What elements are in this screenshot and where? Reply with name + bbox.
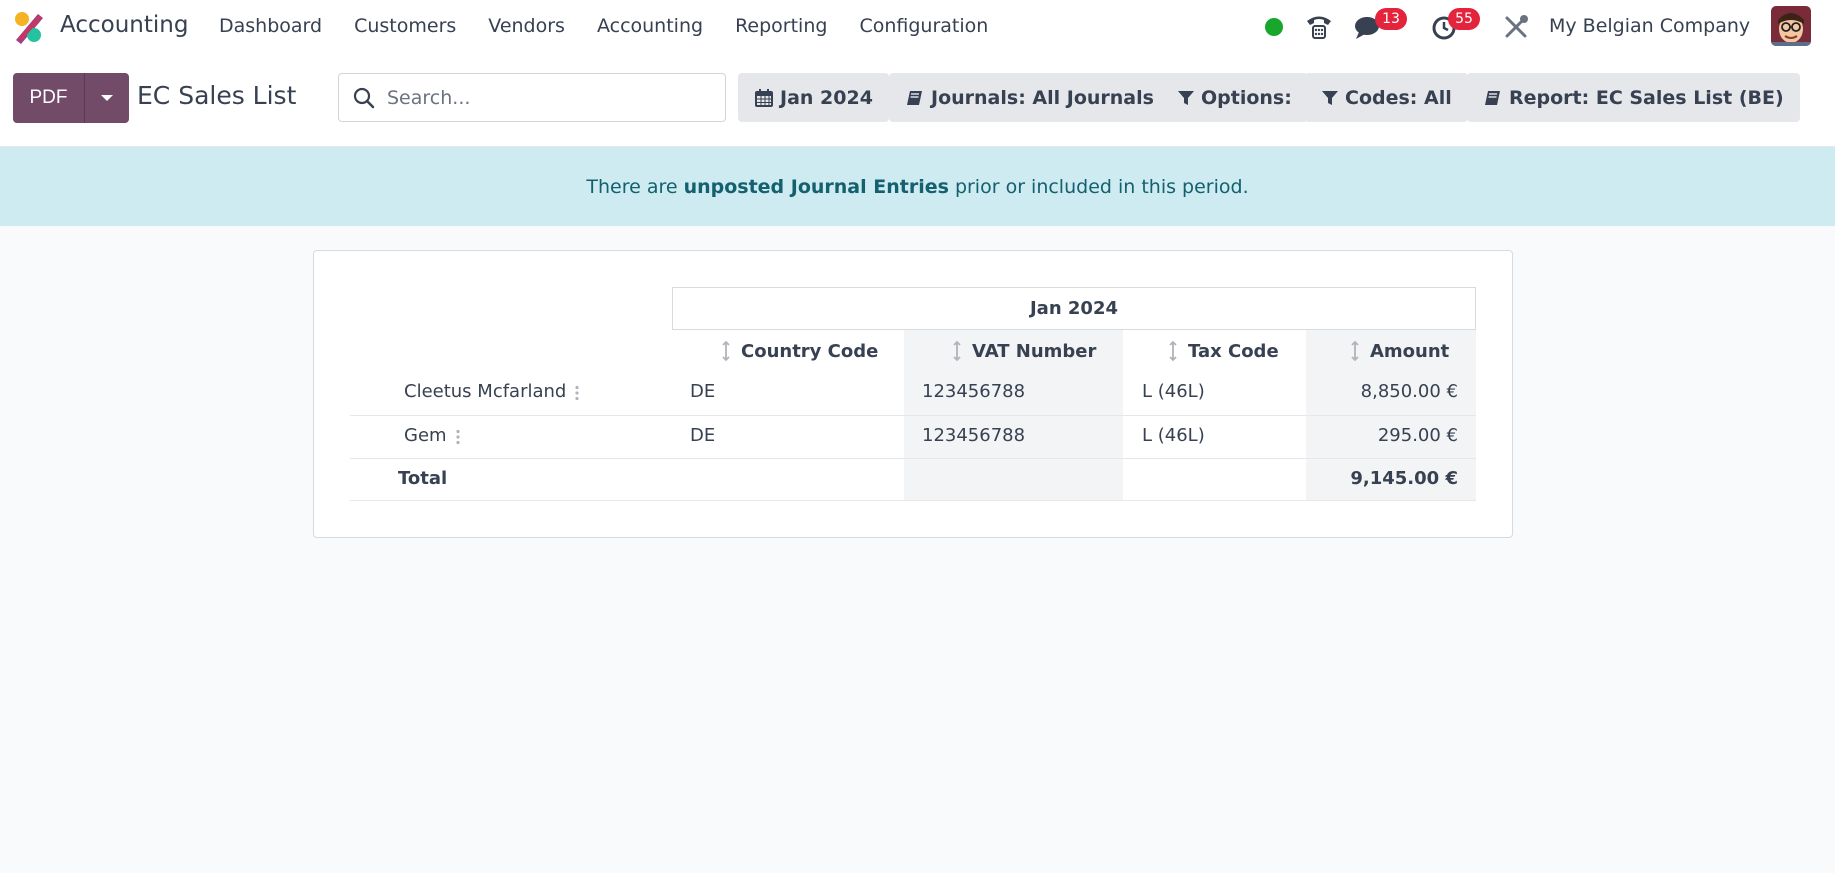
export-dropdown-toggle[interactable] (85, 73, 129, 123)
control-panel: PDF EC Sales List Jan 2024 Journals: All… (0, 53, 1835, 147)
codes-filter-label: Codes: All (1345, 86, 1452, 109)
calendar-icon (755, 88, 773, 107)
column-label-tax-code: Tax Code (1188, 340, 1279, 362)
row-options-icon[interactable] (574, 385, 580, 401)
search-input[interactable] (387, 84, 707, 112)
unposted-entries-alert: There are unposted Journal Entries prior… (0, 147, 1835, 226)
row-amount[interactable]: 295.00 € (1306, 425, 1458, 446)
alert-text-after: prior or included in this period. (954, 175, 1249, 198)
presence-status-dot[interactable] (1265, 18, 1283, 36)
options-filter-label: Options: (1201, 86, 1292, 109)
pdf-button-group: PDF (13, 73, 129, 123)
book-icon (1485, 90, 1500, 105)
period-column-header: Jan 2024 (672, 287, 1476, 330)
report-variant-button[interactable]: Report: EC Sales List (BE) (1467, 73, 1800, 122)
book-icon (907, 90, 922, 105)
page-title: EC Sales List (137, 81, 297, 110)
column-header-tax-code[interactable]: Tax Code (1168, 336, 1279, 366)
row-amount[interactable]: 8,850.00 € (1306, 381, 1458, 402)
column-header-country-code[interactable]: Country Code (721, 336, 878, 366)
menu-customers[interactable]: Customers (354, 15, 456, 37)
column-label-amount: Amount (1370, 340, 1450, 362)
row-vat-number: 123456788 (922, 425, 1026, 446)
menu-reporting[interactable]: Reporting (735, 15, 827, 37)
search-icon (353, 87, 375, 109)
unposted-entries-link[interactable]: unposted Journal Entries (684, 176, 949, 198)
menu-accounting[interactable]: Accounting (597, 15, 703, 37)
codes-filter-button[interactable]: Codes: All (1305, 73, 1468, 122)
row-partner-name[interactable]: Gem (404, 425, 447, 446)
journals-filter-label: Journals: All Journals (931, 86, 1154, 109)
row-options-icon[interactable] (455, 429, 461, 445)
date-filter-label: Jan 2024 (780, 86, 873, 109)
report-variant-label: Report: EC Sales List (BE) (1509, 86, 1784, 109)
column-header-amount[interactable]: Amount (1350, 336, 1449, 366)
sort-icon (722, 340, 730, 362)
column-label-country-code: Country Code (741, 340, 879, 362)
app-name[interactable]: Accounting (60, 12, 188, 38)
caret-down-icon (101, 95, 113, 101)
phone-icon[interactable] (1304, 12, 1334, 42)
row-divider (350, 458, 1476, 459)
total-label: Total (398, 468, 448, 489)
column-header-vat-number[interactable]: VAT Number (952, 336, 1096, 366)
search-box (338, 73, 726, 122)
messages-badge: 13 (1375, 8, 1407, 30)
pdf-button[interactable]: PDF (13, 73, 85, 123)
menu-configuration[interactable]: Configuration (859, 15, 988, 37)
row-divider (350, 415, 1476, 416)
alert-text-before: There are (586, 175, 678, 198)
journals-filter-button[interactable]: Journals: All Journals (889, 73, 1170, 122)
company-switcher[interactable]: My Belgian Company (1549, 15, 1750, 37)
options-filter-button[interactable]: Options: (1161, 73, 1308, 122)
row-tax-code: L (46L) (1142, 425, 1205, 446)
date-filter-button[interactable]: Jan 2024 (738, 73, 889, 122)
sort-icon (953, 340, 961, 362)
top-navbar: Accounting Dashboard Customers Vendors A… (0, 0, 1835, 53)
main-menu: Dashboard Customers Vendors Accounting R… (219, 15, 1020, 37)
row-country-code: DE (690, 381, 716, 402)
total-divider (350, 500, 1476, 501)
sort-icon (1169, 340, 1177, 362)
row-vat-number: 123456788 (922, 381, 1026, 402)
accounting-app-icon[interactable] (12, 10, 46, 44)
activities-badge: 55 (1448, 8, 1480, 30)
row-country-code: DE (690, 425, 716, 446)
menu-vendors[interactable]: Vendors (488, 15, 565, 37)
row-partner-name[interactable]: Cleetus Mcfarland (404, 381, 566, 402)
total-amount: 9,145.00 € (1350, 468, 1458, 489)
tools-icon[interactable] (1501, 12, 1531, 42)
user-avatar[interactable] (1771, 6, 1811, 46)
filter-icon (1322, 90, 1338, 105)
column-label-vat-number: VAT Number (972, 340, 1097, 362)
filter-icon (1178, 90, 1194, 105)
row-tax-code: L (46L) (1142, 381, 1205, 402)
sort-icon (1351, 340, 1359, 362)
menu-dashboard[interactable]: Dashboard (219, 15, 322, 37)
